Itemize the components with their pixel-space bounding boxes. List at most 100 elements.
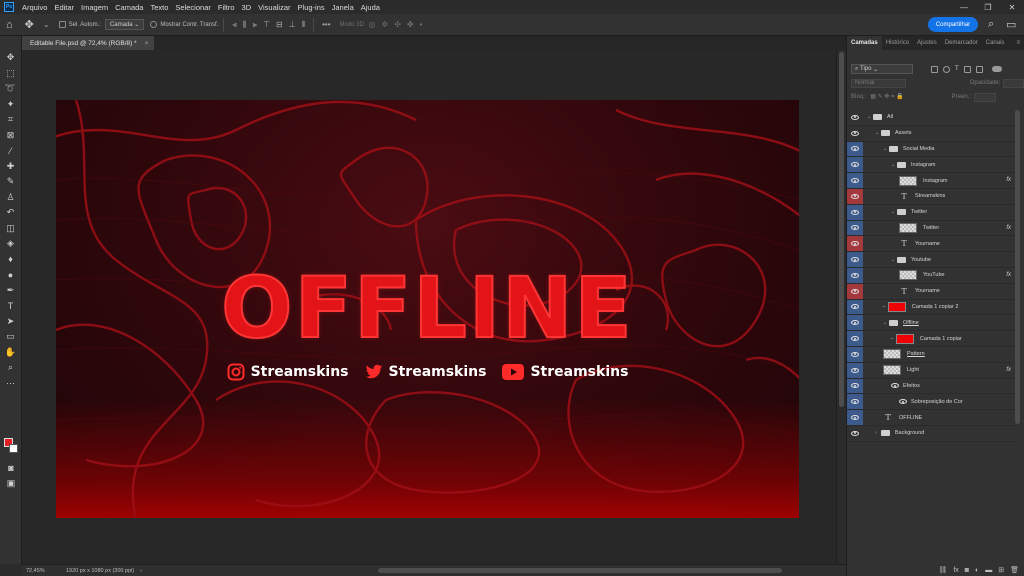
delete-layer-icon[interactable]: 🗑 <box>1010 566 1019 574</box>
minimize-button[interactable]: — <box>952 0 976 14</box>
filter-toggle[interactable] <box>991 66 1002 72</box>
panel-menu-icon[interactable]: ≡ <box>1012 36 1024 50</box>
workspace-icon[interactable]: ▭ <box>1006 18 1016 31</box>
show-transform-checkbox[interactable] <box>150 21 158 28</box>
visibility-toggle[interactable] <box>847 283 863 299</box>
blur-tool-icon[interactable]: ♦ <box>3 252 19 268</box>
layer-row[interactable]: T Yourname <box>847 236 1015 253</box>
layer-row[interactable]: T Streamskins <box>847 188 1015 205</box>
canvas-horizontal-scrollbar[interactable] <box>378 568 782 573</box>
layer-row[interactable]: › Background <box>847 426 1015 442</box>
document-tab[interactable]: Editable File.psd @ 72,4% (RGB/8) * × <box>22 36 154 50</box>
effect-eye-icon[interactable] <box>899 399 907 405</box>
menu-plugins[interactable]: Plug-ins <box>298 3 325 12</box>
visibility-toggle[interactable] <box>847 394 863 410</box>
layer-row[interactable]: Light fx <box>847 362 1015 379</box>
menu-editar[interactable]: Editar <box>54 3 74 12</box>
layer-row[interactable]: ⌄ Offline <box>847 315 1015 332</box>
fx-badge[interactable]: fx <box>1006 177 1011 183</box>
visibility-toggle[interactable] <box>847 157 863 173</box>
canvas-area[interactable]: OFFLINE Streamskins Streamskins Streamsk… <box>22 50 836 564</box>
layers-scrollbar[interactable] <box>1014 110 1022 560</box>
tab-ajustes[interactable]: Ajustes <box>913 36 941 50</box>
chevron-down-icon[interactable]: ⌄ <box>43 20 50 29</box>
tab-historico[interactable]: Histórico <box>882 36 913 50</box>
visibility-toggle[interactable] <box>847 220 863 236</box>
fx-badge[interactable]: fx <box>1006 367 1011 373</box>
visibility-toggle[interactable] <box>847 173 863 188</box>
layer-row[interactable]: Instagram fx <box>847 173 1015 189</box>
layer-filter-dropdown[interactable]: ⌕ Tipo ⌄ <box>851 64 913 74</box>
visibility-toggle[interactable] <box>847 188 863 204</box>
brush-tool-icon[interactable]: ✎ <box>3 174 19 190</box>
blend-mode-dropdown[interactable]: Normal <box>851 78 906 88</box>
align-bottom-icon[interactable]: ⊥ <box>289 20 296 29</box>
magic-wand-tool-icon[interactable]: ✦ <box>3 97 19 113</box>
align-right-icon[interactable]: ⫸ <box>253 20 258 30</box>
filter-pixel-icon[interactable] <box>931 65 938 73</box>
visibility-toggle[interactable] <box>847 410 863 425</box>
link-layers-icon[interactable]: ⛓ <box>938 566 947 574</box>
visibility-toggle[interactable] <box>847 126 863 141</box>
align-top-icon[interactable]: ⊤ <box>263 20 270 29</box>
visibility-toggle[interactable] <box>847 141 863 157</box>
share-button[interactable]: Compartilhar <box>928 17 978 32</box>
add-mask-icon[interactable]: ◙ <box>965 567 969 574</box>
crop-tool-icon[interactable]: ⌗ <box>3 112 19 128</box>
layer-row[interactable]: Sobreposição de Cor <box>847 394 1015 411</box>
lock-icons[interactable]: ▦ ✎ ✥ ⌗ 🔒 <box>870 93 903 101</box>
tab-demarcador[interactable]: Demarcador <box>941 36 982 50</box>
paint-bucket-tool-icon[interactable]: ◈ <box>3 236 19 252</box>
slide-3d-icon[interactable]: ✤ <box>407 20 414 29</box>
more-options-icon[interactable]: ••• <box>322 20 330 29</box>
eyedropper-tool-icon[interactable]: ⁄ <box>3 143 19 159</box>
tab-canais[interactable]: Canais <box>982 36 1009 50</box>
align-middle-icon[interactable]: ⊟ <box>276 20 283 29</box>
quick-mask-icon[interactable]: ◙ <box>3 460 19 476</box>
auto-select-checkbox[interactable] <box>58 21 66 28</box>
background-color-swatch[interactable] <box>9 444 18 453</box>
lasso-tool-icon[interactable]: ➰ <box>3 81 19 97</box>
layer-row[interactable]: ⌄ Instagram <box>847 157 1015 174</box>
layer-row[interactable]: ⌄ Twitter <box>847 204 1015 221</box>
eraser-tool-icon[interactable]: ◫ <box>3 221 19 237</box>
visibility-toggle[interactable] <box>847 267 863 283</box>
fx-badge[interactable]: fx <box>1006 225 1011 231</box>
marquee-tool-icon[interactable]: ⬚ <box>3 66 19 82</box>
effect-eye-icon[interactable] <box>891 383 899 389</box>
screen-mode-icon[interactable]: ▣ <box>3 476 19 492</box>
layer-row[interactable]: ⌄ Assets <box>847 126 1015 142</box>
visibility-toggle[interactable] <box>847 426 863 441</box>
add-style-icon[interactable]: fx <box>953 567 958 574</box>
dodge-tool-icon[interactable]: ● <box>3 267 19 283</box>
visibility-toggle[interactable] <box>847 378 863 394</box>
more-tools-icon[interactable]: ⋯ <box>3 376 19 392</box>
visibility-toggle[interactable] <box>847 204 863 220</box>
opacity-field[interactable] <box>1003 78 1024 88</box>
frame-tool-icon[interactable]: ⊠ <box>3 128 19 144</box>
search-icon[interactable]: ⌕ <box>988 18 994 31</box>
layer-row[interactable]: Pattern <box>847 346 1015 363</box>
fx-badge[interactable]: fx <box>1006 272 1011 278</box>
type-tool-icon[interactable]: T <box>3 298 19 314</box>
drag-3d-icon[interactable]: ✣ <box>394 20 401 29</box>
orbit-3d-icon[interactable]: ◎ <box>369 20 376 29</box>
path-selection-tool-icon[interactable]: ➤ <box>3 314 19 330</box>
layer-row[interactable]: ⌐ Camada 1 copiar 2 <box>847 299 1015 316</box>
menu-ajuda[interactable]: Ajuda <box>361 3 380 12</box>
menu-texto[interactable]: Texto <box>150 3 168 12</box>
menu-imagem[interactable]: Imagem <box>81 3 108 12</box>
menu-arquivo[interactable]: Arquivo <box>22 3 47 12</box>
move-tool-icon[interactable]: ✥ <box>25 18 34 31</box>
menu-selecionar[interactable]: Selecionar <box>175 3 210 12</box>
menu-janela[interactable]: Janela <box>332 3 354 12</box>
fill-field[interactable] <box>973 92 996 102</box>
visibility-toggle[interactable] <box>847 110 863 125</box>
layer-row[interactable]: Efeitos <box>847 378 1015 395</box>
hand-tool-icon[interactable]: ✋ <box>3 345 19 361</box>
layer-row[interactable]: ⌄ Social Media <box>847 141 1015 158</box>
canvas-vertical-scrollbar[interactable] <box>836 50 846 564</box>
layer-row[interactable]: YouTube fx <box>847 267 1015 284</box>
layers-scroll-thumb[interactable] <box>1015 110 1020 424</box>
align-left-icon[interactable]: ⫷ <box>232 20 237 30</box>
